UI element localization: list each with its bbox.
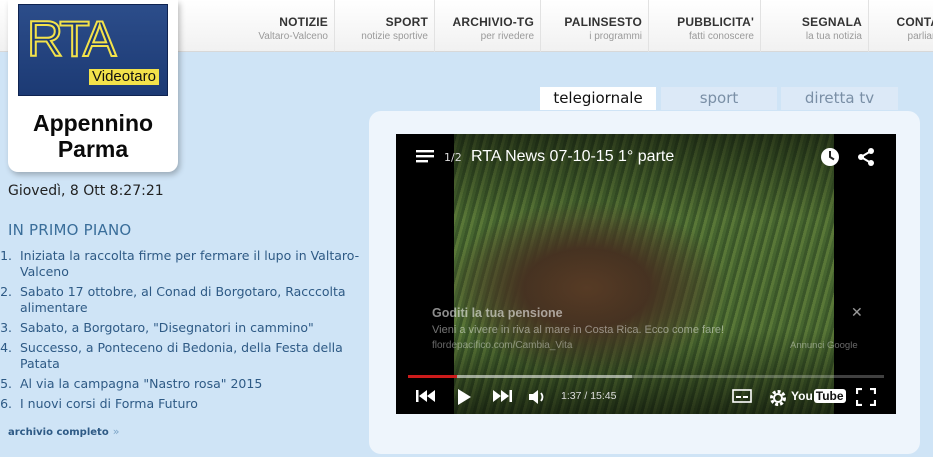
nav-item-archivio-tg[interactable]: ARCHIVIO-TG per rivedere bbox=[435, 0, 541, 52]
tab-diretta-tv[interactable]: diretta tv bbox=[781, 87, 898, 110]
news-item-number: 2. bbox=[0, 284, 12, 299]
main-nav: NOTIZIE Valtaro-Valceno SPORT notizie sport… bbox=[235, 0, 933, 52]
chevron-right-icon: » bbox=[112, 425, 120, 438]
playlist-icon[interactable] bbox=[416, 150, 434, 164]
region-name: Appennino Parma bbox=[8, 110, 178, 162]
news-item-number: 5. bbox=[0, 376, 12, 391]
fullscreen-icon[interactable] bbox=[856, 388, 876, 406]
progress-played bbox=[408, 375, 458, 378]
news-item-link[interactable]: Iniziata la raccolta firme per fermare i… bbox=[20, 248, 370, 280]
logo-text: RTA bbox=[26, 10, 117, 68]
video-title[interactable]: RTA News 07-10-15 1° parte bbox=[471, 148, 674, 166]
site-logo[interactable]: RTA Videotaro bbox=[18, 4, 168, 96]
current-datetime: Giovedì, 8 Ott 8:27:21 bbox=[8, 183, 164, 199]
nav-item-subtitle: notizie sportive bbox=[361, 31, 428, 42]
playlist-count: 1/2 bbox=[444, 151, 462, 164]
news-item[interactable]: 3. Sabato, a Borgotaro, "Disegnatori in c… bbox=[0, 320, 370, 336]
youtube-logo[interactable]: You Tube bbox=[791, 389, 846, 403]
news-item[interactable]: 1. Iniziata la raccolta firme per fermare… bbox=[0, 248, 370, 280]
news-item-number: 6. bbox=[0, 396, 12, 411]
nav-item-pubblicita[interactable]: PUBBLICITA' fatti conoscere bbox=[649, 0, 761, 52]
volume-icon[interactable] bbox=[528, 388, 548, 406]
player-top-bar: 1/2 RTA News 07-10-15 1° parte bbox=[396, 146, 896, 172]
video-overlay-gradient bbox=[396, 134, 896, 414]
news-item-link[interactable]: Sabato, a Borgotaro, "Disegnatori in cam… bbox=[20, 320, 370, 336]
nav-item-title: SPORT bbox=[385, 15, 428, 29]
logo-subtext: Videotaro bbox=[89, 69, 159, 85]
news-item-link[interactable]: I nuovi corsi di Forma Futuro bbox=[20, 396, 370, 412]
section-title: IN PRIMO PIANO bbox=[8, 221, 132, 239]
nav-item-sport[interactable]: SPORT notizie sportive bbox=[335, 0, 435, 52]
time-display: 1:37 / 15:45 bbox=[561, 390, 617, 402]
news-item-link[interactable]: Sabato 17 ottobre, al Conad di Borgotaro… bbox=[20, 284, 370, 316]
nav-item-title: PALINSESTO bbox=[564, 15, 642, 29]
settings-gear-icon[interactable] bbox=[768, 388, 788, 408]
nav-item-subtitle: la tua notizia bbox=[805, 31, 862, 42]
region-line-2: Parma bbox=[57, 136, 129, 162]
nav-item-title: CONTATTI bbox=[896, 15, 933, 29]
watch-later-icon[interactable] bbox=[820, 147, 840, 167]
nav-item-contatti[interactable]: CONTATTI parliamone bbox=[869, 0, 933, 52]
nav-item-title: SEGNALA bbox=[801, 15, 862, 29]
youtube-player[interactable]: 1/2 RTA News 07-10-15 1° parte Goditi la… bbox=[396, 134, 896, 414]
nav-item-segnala[interactable]: SEGNALA la tua notizia bbox=[761, 0, 869, 52]
ad-label: Annunci Google bbox=[790, 340, 858, 351]
youtube-logo-you: You bbox=[791, 389, 813, 403]
news-list: 1. Iniziata la raccolta firme per fermare… bbox=[0, 248, 370, 416]
ad-title[interactable]: Goditi la tua pensione bbox=[432, 306, 872, 320]
news-item-link[interactable]: Al via la campagna "Nastro rosa" 2015 bbox=[20, 376, 370, 392]
play-icon[interactable] bbox=[456, 388, 472, 406]
logo-card: RTA Videotaro Appennino Parma bbox=[8, 0, 178, 172]
archive-link-label: archivio completo bbox=[8, 427, 109, 438]
nav-item-title: ARCHIVIO-TG bbox=[452, 15, 534, 29]
nav-item-subtitle: parliamone bbox=[907, 31, 933, 42]
news-item-link[interactable]: Successo, a Ponteceno di Bedonia, della … bbox=[20, 340, 370, 372]
archive-link[interactable]: archivio completo» bbox=[8, 425, 119, 438]
news-item-number: 4. bbox=[0, 340, 12, 355]
news-item-number: 3. bbox=[0, 320, 12, 335]
tab-sport[interactable]: sport bbox=[661, 87, 777, 110]
news-item[interactable]: 6. I nuovi corsi di Forma Futuro bbox=[0, 396, 370, 412]
progress-bar[interactable] bbox=[408, 375, 884, 378]
previous-icon[interactable] bbox=[416, 388, 436, 404]
region-line-1: Appennino bbox=[32, 110, 154, 136]
news-item-number: 1. bbox=[0, 248, 12, 263]
nav-item-subtitle: i programmi bbox=[589, 31, 642, 42]
tab-telegiornale[interactable]: telegiornale bbox=[540, 87, 656, 110]
news-item[interactable]: 2. Sabato 17 ottobre, al Conad di Borgota… bbox=[0, 284, 370, 316]
next-icon[interactable] bbox=[492, 388, 512, 404]
news-item[interactable]: 5. Al via la campagna "Nastro rosa" 2015 bbox=[0, 376, 370, 392]
nav-item-title: NOTIZIE bbox=[279, 15, 328, 29]
nav-item-subtitle: per rivedere bbox=[480, 31, 534, 42]
nav-item-palinsesto[interactable]: PALINSESTO i programmi bbox=[541, 0, 649, 52]
youtube-logo-tube: Tube bbox=[813, 389, 846, 403]
close-icon[interactable]: ✕ bbox=[851, 305, 863, 321]
ad-description: Vieni a vivere in riva al mare in Costa … bbox=[432, 324, 725, 336]
share-icon[interactable] bbox=[856, 147, 876, 167]
nav-item-subtitle: Valtaro-Valceno bbox=[258, 31, 328, 42]
nav-item-notizie[interactable]: NOTIZIE Valtaro-Valceno bbox=[235, 0, 335, 52]
player-controls: 1:37 / 15:45 You Tube bbox=[396, 386, 896, 408]
nav-item-subtitle: fatti conoscere bbox=[688, 31, 754, 42]
news-item[interactable]: 4. Successo, a Ponteceno di Bedonia, dell… bbox=[0, 340, 370, 372]
nav-item-title: PUBBLICITA' bbox=[677, 15, 754, 29]
captions-icon[interactable] bbox=[732, 388, 752, 404]
